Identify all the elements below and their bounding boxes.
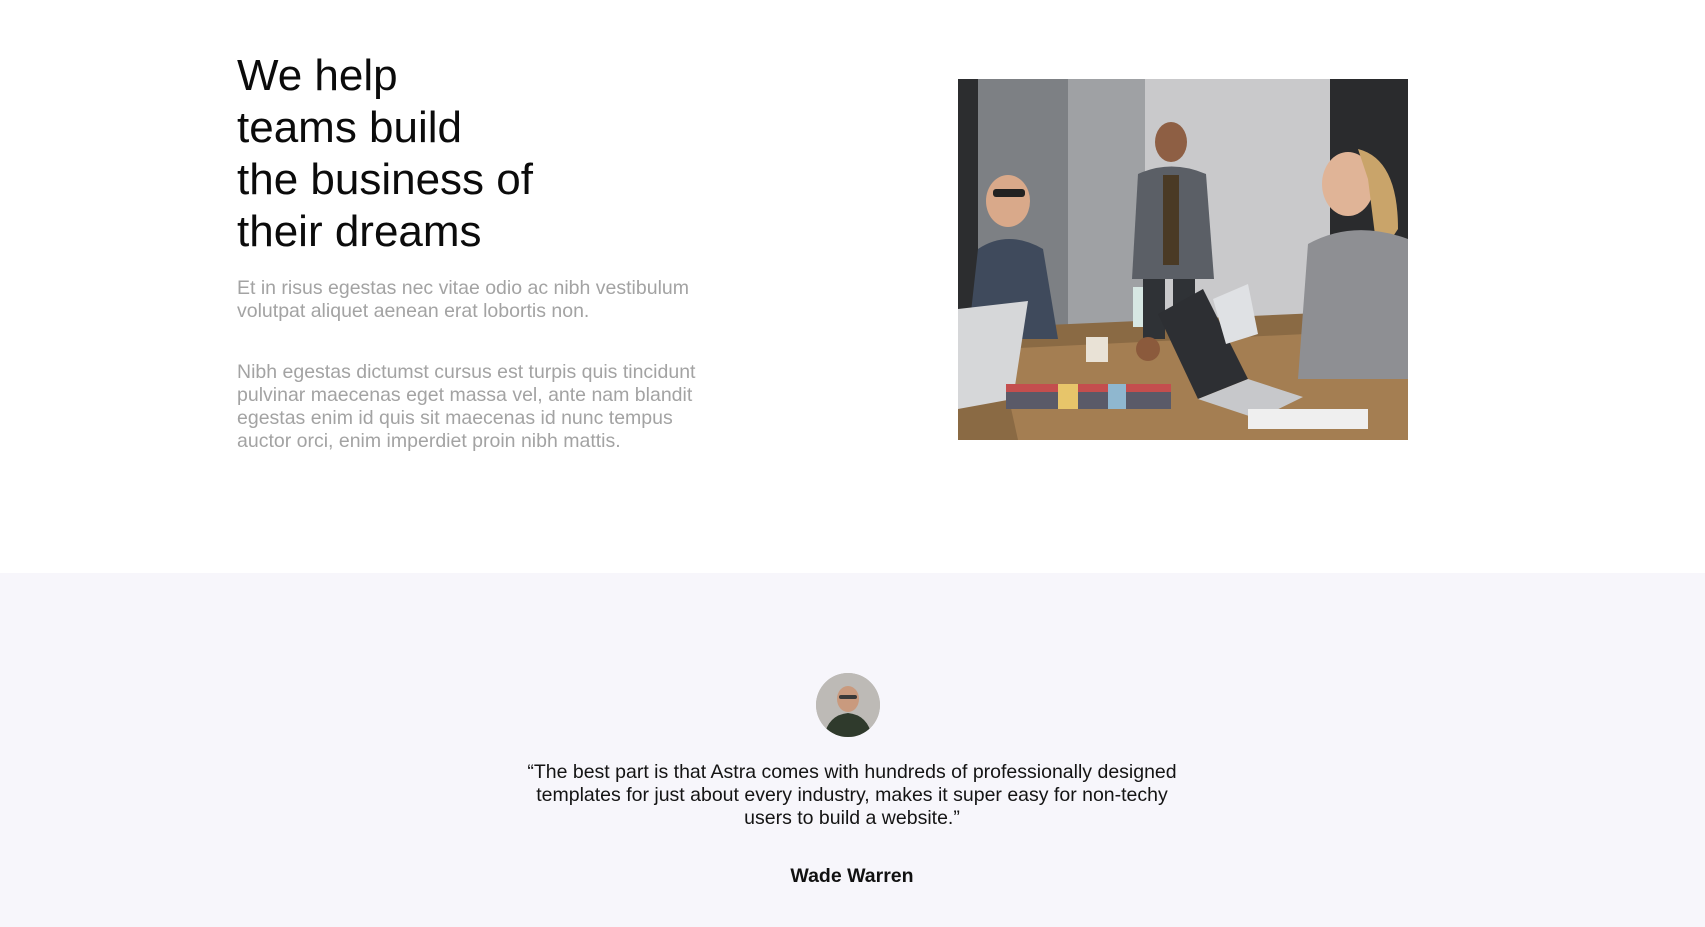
hero-paragraph-2: Nibh egestas dictumst cursus est turpis … bbox=[237, 361, 696, 452]
hero-paragraph-1: Et in risus egestas nec vitae odio ac ni… bbox=[237, 277, 689, 322]
testimonial-section: “The best part is that Astra comes with … bbox=[0, 573, 1705, 927]
hero-section: We help teams build the business of thei… bbox=[0, 0, 1705, 573]
person-avatar bbox=[816, 673, 880, 737]
team-meeting-photo bbox=[958, 79, 1408, 440]
testimonial-quote: “The best part is that Astra comes with … bbox=[527, 761, 1177, 829]
testimonial-author: Wade Warren bbox=[790, 865, 914, 887]
hero-title: We help teams build the business of thei… bbox=[237, 51, 533, 256]
